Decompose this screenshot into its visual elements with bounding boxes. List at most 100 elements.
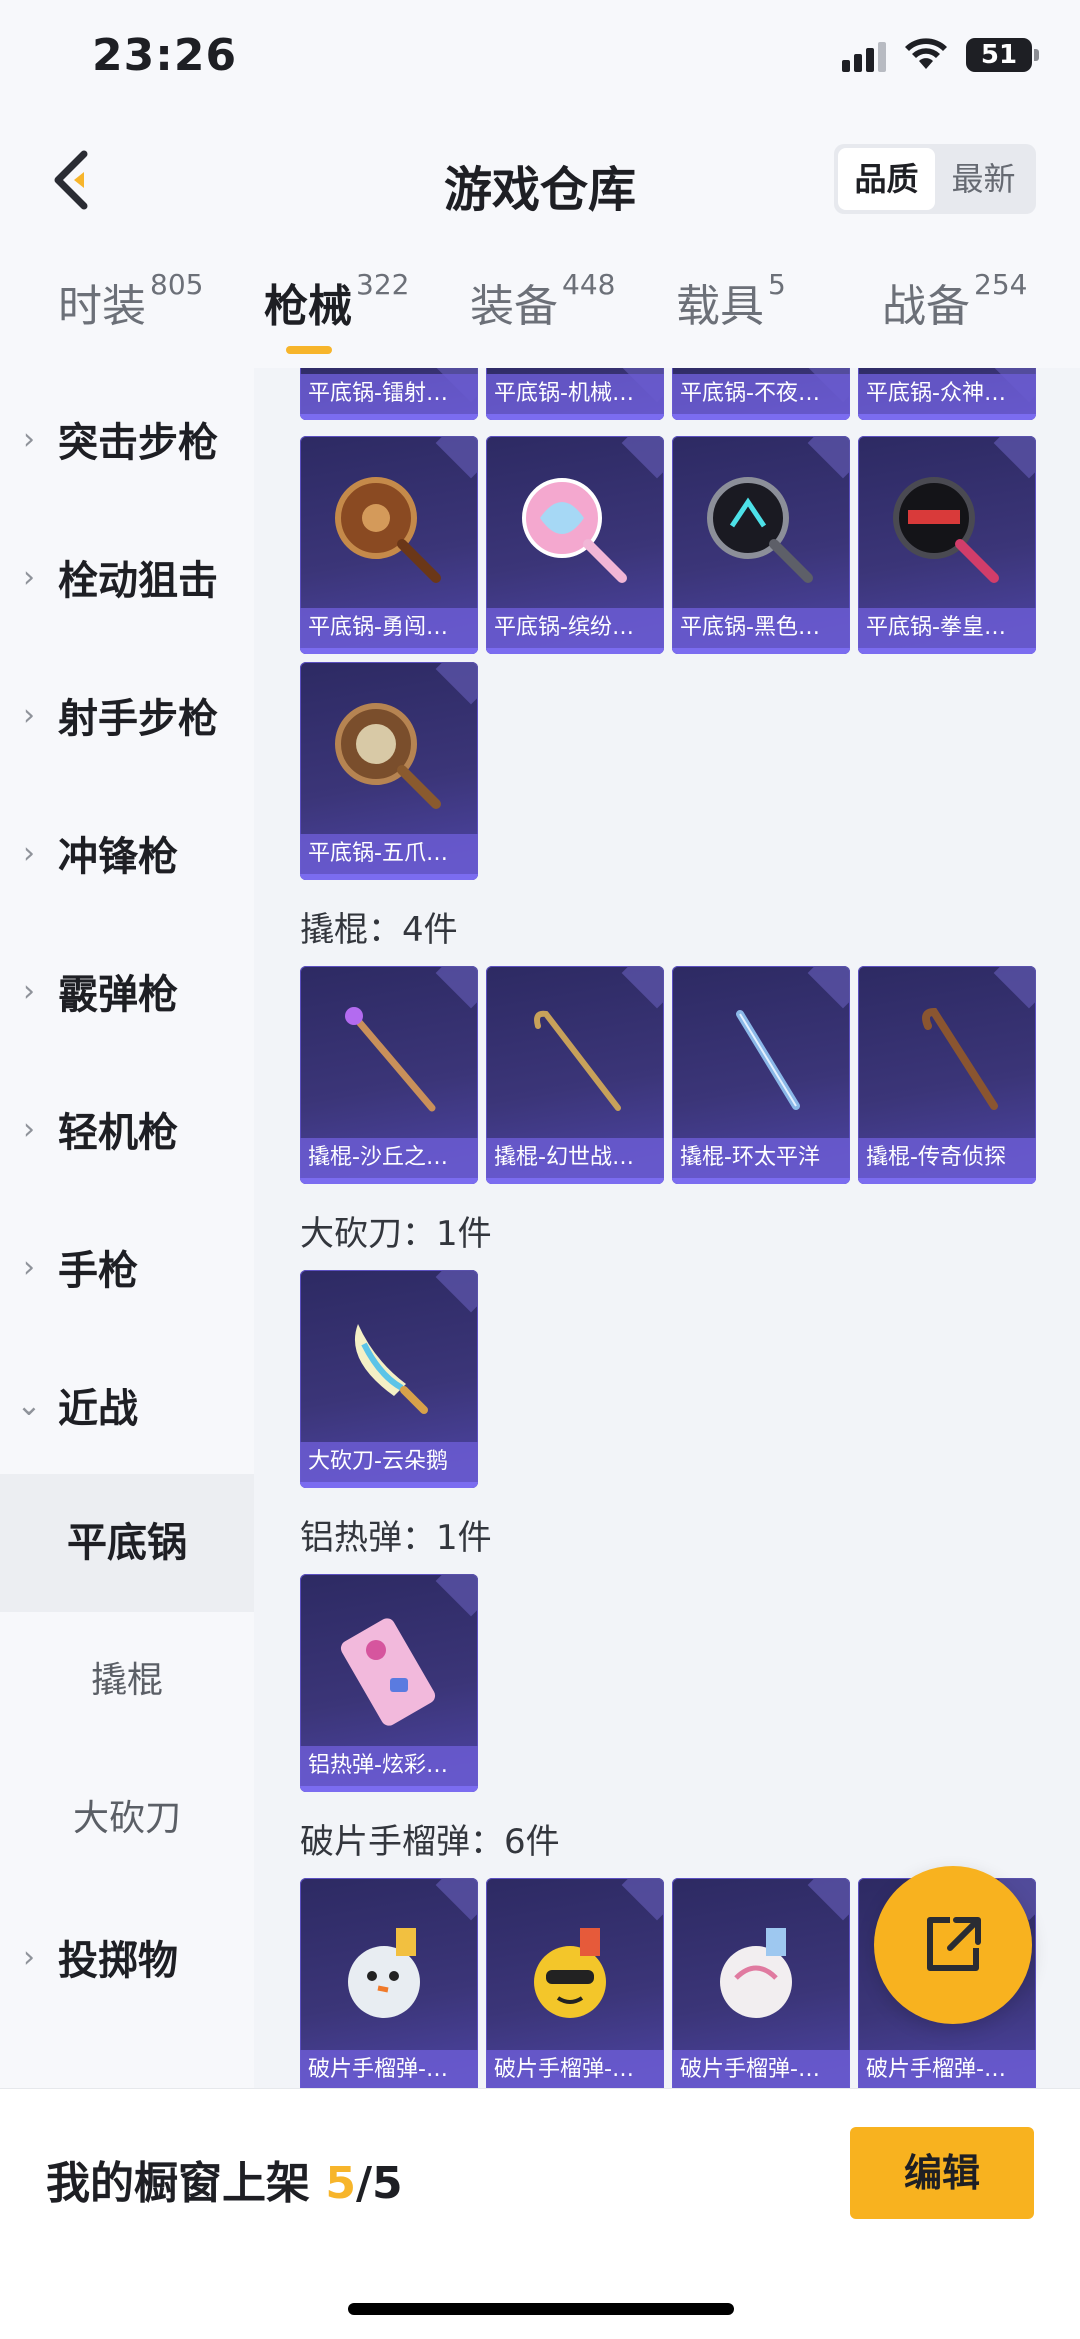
tab-count: 254 [974,268,1028,301]
item-card[interactable]: 撬棍-传奇侦探 [858,966,1036,1184]
section-title-machete: 大砍刀：1件 [300,1214,492,1254]
item-card[interactable]: 平底锅-黑色… [672,436,850,654]
chevron-right-icon: › [23,1111,35,1147]
frag-grenade-icon [534,1928,606,2018]
item-label: 平底锅-不夜… [672,374,850,414]
tab-fashion[interactable]: 时装 805 [58,268,204,334]
frying-pan-icon [893,477,999,583]
tab-label: 战备 [882,281,970,332]
item-card[interactable]: 平底锅-五爪… [300,662,478,880]
item-card[interactable]: 破片手榴弹-… [486,1878,664,2088]
frag-grenade-icon [348,1928,420,2018]
cellular-signal-icon [842,38,886,72]
sidebar-sub-pan[interactable]: 平底锅 [0,1474,254,1612]
frying-pan-icon [335,477,441,583]
sort-toggle: 品质 最新 [834,144,1036,214]
item-card[interactable]: 大砍刀-云朵鹅 [300,1270,478,1488]
sidebar-item-assault-rifle[interactable]: › 突击步枪 [0,370,254,508]
item-label: 平底锅-勇闯… [300,608,478,648]
sidebar: › 突击步枪 › 栓动狙击 › 射手步枪 › 冲锋枪 › 霰弹枪 › 轻机枪 › 手枪 ⌄ 近战… [0,368,254,2088]
chevron-down-icon: ⌄ [16,1387,42,1423]
item-label: 平底锅-黑色… [672,608,850,648]
sidebar-sub-crowbar[interactable]: 撬棍 [0,1612,254,1750]
chevron-right-icon: › [23,835,35,871]
share-external-icon [927,1917,981,1971]
battery-level: 51 [980,40,1018,70]
item-label: 平底锅-众神… [858,374,1036,414]
item-card[interactable]: 平底锅-机械… [486,368,664,420]
wifi-icon [905,38,947,69]
item-card[interactable]: 平底锅-镭射… [300,368,478,420]
item-label: 平底锅-拳皇… [858,608,1036,648]
section-title-grenade: 破片手榴弹：6件 [300,1822,560,1862]
tab-supplies[interactable]: 战备 254 [882,268,1028,334]
share-button[interactable] [874,1866,1032,2024]
sidebar-item-label: 霰弹枪 [58,972,178,1018]
sidebar-item-throwables[interactable]: › 投掷物 [0,1888,254,2026]
sort-newest-button[interactable]: 最新 [935,148,1032,210]
item-label: 破片手榴弹-… [672,2050,850,2088]
crowbar-icon [922,1007,998,1110]
status-icons: 51 [842,38,1039,72]
item-label: 大砍刀-云朵鹅 [300,1442,478,1482]
item-label: 平底锅-缤纷… [486,608,664,648]
item-card[interactable]: 平底锅-缤纷… [486,436,664,654]
tab-label: 枪械 [264,281,352,332]
item-card[interactable]: 撬棍-环太平洋 [672,966,850,1184]
item-card[interactable]: 平底锅-拳皇… [858,436,1036,654]
sidebar-item-bolt-sniper[interactable]: › 栓动狙击 [0,508,254,646]
active-tab-indicator [286,346,332,354]
sidebar-item-smg[interactable]: › 冲锋枪 [0,784,254,922]
item-card[interactable]: 平底锅-勇闯… [300,436,478,654]
item-label: 平底锅-五爪… [300,834,478,874]
thermite-grenade-icon [340,1618,436,1726]
showcase-status: 我的橱窗上架 5/5 [46,2147,403,2211]
tab-count: 448 [562,268,616,301]
item-label: 铝热弹-炫彩… [300,1746,478,1786]
tab-label: 载具 [676,281,764,332]
sidebar-item-shotgun[interactable]: › 霰弹枪 [0,922,254,1060]
tab-label: 装备 [470,281,558,332]
chevron-right-icon: › [23,559,35,595]
tab-vehicles[interactable]: 载具 5 [676,268,786,334]
item-label: 破片手榴弹-… [300,2050,478,2088]
showcase-count: 5 [325,2158,356,2209]
frying-pan-icon [522,478,627,583]
item-label: 平底锅-镭射… [300,374,478,414]
edit-button[interactable]: 编辑 [850,2127,1034,2219]
item-card[interactable]: 破片手榴弹-… [300,1878,478,2088]
sidebar-item-label: 冲锋枪 [58,834,178,880]
item-card[interactable]: 平底锅-众神… [858,368,1036,420]
home-indicator[interactable] [348,2303,734,2315]
showcase-total: /5 [355,2158,403,2209]
battery-icon: 51 [966,38,1039,72]
item-label: 撬棍-环太平洋 [672,1138,850,1178]
chevron-right-icon: › [23,421,35,457]
sidebar-item-label: 手枪 [58,1248,138,1294]
status-bar: 23:26 51 [0,0,1080,120]
item-grid: 平底锅-镭射… 平底锅-机械… 平底锅-不夜… 平底锅-众神… 平底锅-勇闯… … [254,368,1080,2088]
chevron-right-icon: › [23,973,35,1009]
tab-firearms[interactable]: 枪械 322 [264,268,410,334]
sidebar-item-melee[interactable]: ⌄ 近战 [0,1336,254,1474]
tab-equipment[interactable]: 装备 448 [470,268,616,334]
sidebar-item-label: 近战 [58,1386,138,1432]
sidebar-sub-machete[interactable]: 大砍刀 [0,1750,254,1888]
tab-count: 322 [356,268,410,301]
frag-grenade-icon [720,1928,792,2018]
item-card[interactable]: 平底锅-不夜… [672,368,850,420]
sidebar-item-label: 射手步枪 [58,696,218,742]
item-card[interactable]: 破片手榴弹-… [672,1878,850,2088]
item-card[interactable]: 铝热弹-炫彩… [300,1574,478,1792]
sort-quality-button[interactable]: 品质 [838,148,935,210]
sidebar-item-dmr[interactable]: › 射手步枪 [0,646,254,784]
sidebar-item-lmg[interactable]: › 轻机枪 [0,1060,254,1198]
item-card[interactable]: 撬棍-幻世战… [486,966,664,1184]
chevron-right-icon: › [23,1939,35,1975]
bottom-bar: 我的橱窗上架 5/5 编辑 [0,2088,1080,2339]
sidebar-item-pistol[interactable]: › 手枪 [0,1198,254,1336]
tab-count: 805 [150,268,204,301]
frying-pan-icon [707,477,813,583]
item-card[interactable]: 撬棍-沙丘之… [300,966,478,1184]
tab-label: 时装 [58,281,146,332]
